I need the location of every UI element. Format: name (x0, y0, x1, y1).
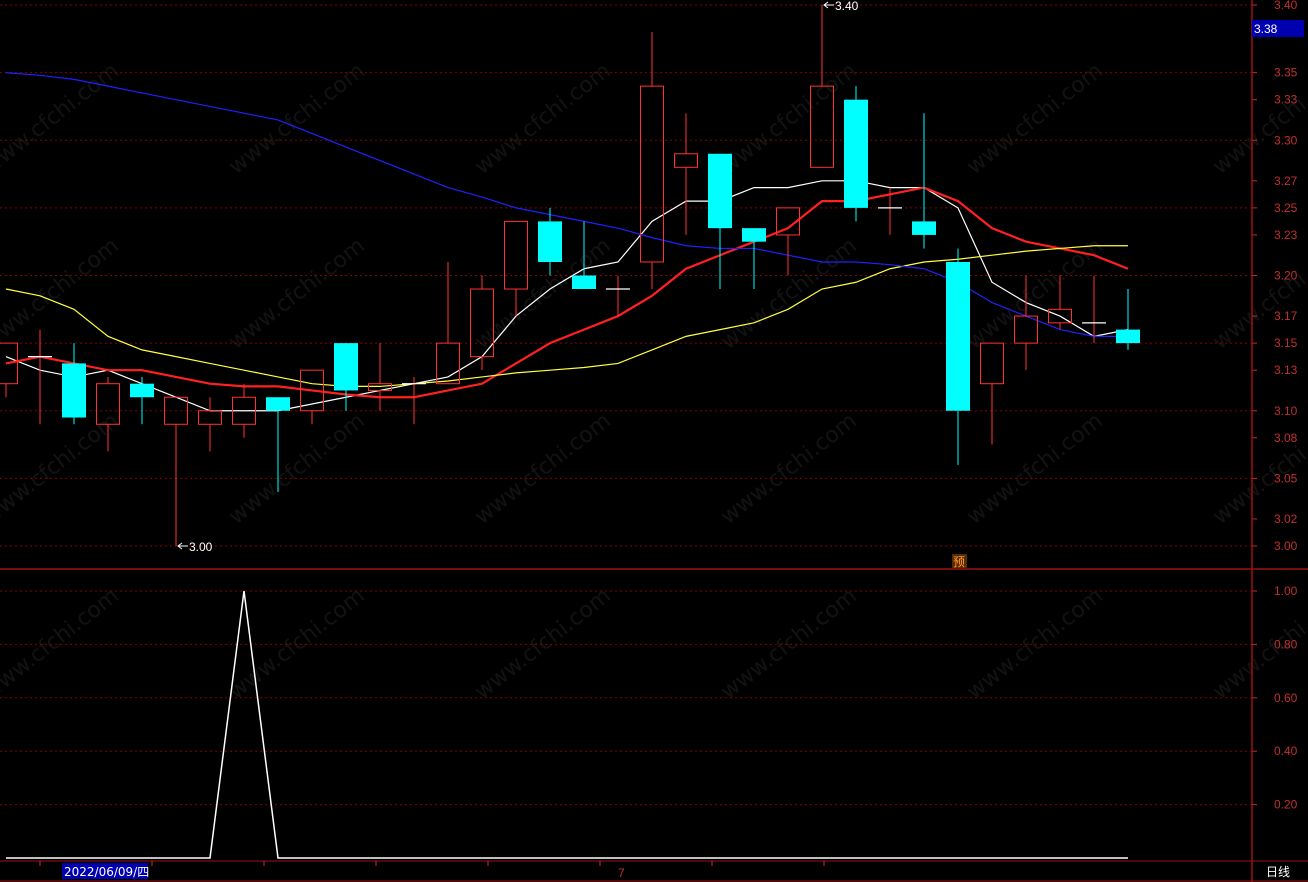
candle[interactable] (368, 343, 392, 411)
candle[interactable] (980, 342, 1004, 445)
axis-tick-label: 3.30 (1274, 133, 1298, 147)
axis-tick-label: 3.05 (1274, 471, 1298, 485)
candle[interactable] (300, 369, 324, 425)
axis-tick-label: 3.02 (1274, 512, 1298, 526)
candle-body (436, 342, 460, 385)
candle[interactable] (742, 228, 766, 290)
candle-body (946, 261, 970, 411)
watermark-text: www.cfchi.com (0, 408, 124, 529)
watermark-text: www.cfchi.com (470, 583, 615, 704)
candle-body (130, 383, 154, 398)
watermark-text: www.cfchi.com (962, 233, 1107, 354)
candle[interactable] (1082, 275, 1106, 344)
candle[interactable] (844, 86, 868, 222)
chart-frame (0, 0, 1308, 882)
candle-body (708, 153, 732, 229)
candle[interactable] (436, 261, 460, 385)
watermark-text: www.cfchi.com (0, 233, 124, 354)
axis-tick-label: 3.25 (1274, 201, 1298, 215)
candle[interactable] (62, 343, 86, 425)
candle[interactable] (640, 32, 664, 290)
axis-tick-label: 3.27 (1274, 174, 1298, 188)
current-price-tag: 3.38 (1254, 22, 1278, 36)
candle-body (266, 397, 290, 411)
candle-body (572, 275, 596, 290)
candle[interactable] (1116, 289, 1140, 350)
axis-tick-label: 3.13 (1274, 363, 1298, 377)
axis-tick-label: 3.00 (1274, 539, 1298, 553)
watermark-text: www.cfchi.com (224, 58, 369, 179)
price-annotation: 3.40 (823, 0, 859, 13)
candle-body (742, 228, 766, 242)
axis-tick-label: 0.20 (1274, 798, 1298, 812)
candle-body (1116, 329, 1140, 344)
date-label: 2022/06/09/四 (64, 865, 149, 879)
axis-tick-label: 3.17 (1274, 309, 1298, 323)
candle[interactable] (198, 397, 222, 452)
axis-tick-label: 1.00 (1274, 584, 1298, 598)
candle[interactable] (810, 5, 834, 168)
candle-body (538, 221, 562, 262)
watermark-text: www.cfchi.com (716, 58, 861, 179)
price-annotation: 3.00 (177, 540, 213, 554)
watermark-text: www.cfchi.com (716, 583, 861, 704)
watermark-text: www.cfchi.com (962, 408, 1107, 529)
axis-tick-label: 3.15 (1274, 336, 1298, 350)
watermark-text: www.cfchi.com (470, 58, 615, 179)
axis-tick-label: 3.23 (1274, 228, 1298, 242)
annotation-label: 3.40 (835, 0, 859, 13)
axis-tick-label: 3.10 (1274, 404, 1298, 418)
period-label[interactable]: 日线 (1266, 865, 1290, 879)
candle-body (198, 410, 222, 425)
axis-tick-label: 0.40 (1274, 744, 1298, 758)
axis-tick-label: 3.40 (1274, 0, 1298, 12)
candle[interactable] (130, 376, 154, 425)
candle[interactable] (708, 153, 732, 290)
candle[interactable] (164, 396, 188, 546)
candle[interactable] (776, 207, 800, 276)
stock-chart[interactable]: www.cfchi.com www.cfchi.com www.cfchi.com w… (0, 0, 1308, 882)
month-marker: 7 (618, 866, 625, 880)
candle-body (912, 221, 936, 235)
watermark-text: www.cfchi.com (962, 58, 1107, 179)
candle[interactable] (946, 248, 970, 465)
candle-body (62, 363, 86, 418)
indicator-axis: 1.00 0.80 0.60 0.40 0.20 (1252, 584, 1298, 812)
watermark-text: www.cfchi.com (716, 233, 861, 354)
axis-tick-label: 3.20 (1274, 269, 1298, 283)
candle-body (334, 343, 358, 391)
axis-tick-label: 3.33 (1274, 93, 1298, 107)
watermark-text: www.cfchi.com (716, 408, 861, 529)
candle[interactable] (0, 342, 18, 398)
watermark-text: www.cfchi.com (224, 408, 369, 529)
candle[interactable] (878, 187, 902, 235)
forecast-badge: 预 (953, 555, 965, 569)
watermark-text: www.cfchi.com (470, 408, 615, 529)
watermark-text: www.cfchi.com (0, 58, 124, 179)
watermark-text: www.cfchi.com (224, 233, 369, 354)
axis-tick-label: 3.08 (1274, 431, 1298, 445)
candle[interactable] (334, 343, 358, 411)
candle[interactable] (674, 113, 698, 235)
axis-tick-label: 0.80 (1274, 637, 1298, 651)
annotation-label: 3.00 (189, 540, 213, 554)
candle-body (844, 99, 868, 208)
axis-tick-label: 3.35 (1274, 66, 1298, 80)
candle-body (674, 153, 698, 168)
candle[interactable] (28, 329, 52, 425)
axis-tick-label: 0.60 (1274, 691, 1298, 705)
candle-body (504, 220, 528, 290)
candle[interactable] (912, 113, 936, 249)
candle[interactable] (402, 376, 426, 425)
